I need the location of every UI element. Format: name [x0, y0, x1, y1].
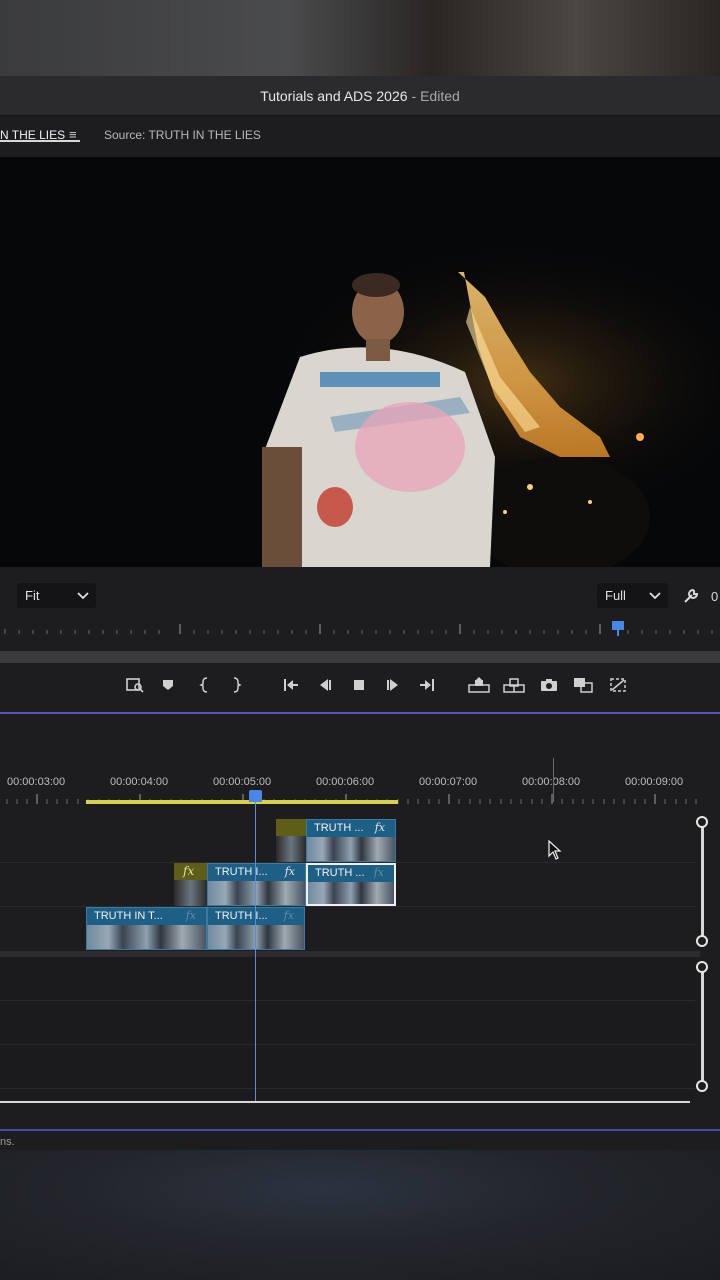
- step-forward-icon[interactable]: [380, 673, 406, 697]
- timecode-label: 00:00:03:00: [7, 776, 66, 788]
- background-scene-bottom: [0, 1150, 720, 1280]
- playhead-handle[interactable]: [249, 790, 262, 802]
- clip-thumbnails: [308, 882, 394, 904]
- clip-thumbnails: [87, 925, 206, 949]
- track-separator: [0, 1088, 695, 1089]
- step-back-icon[interactable]: [312, 673, 338, 697]
- audio-scroll-handle-top[interactable]: [696, 961, 708, 973]
- go-to-in-icon[interactable]: [278, 673, 304, 697]
- clip-name: TRUTH I...: [215, 866, 268, 878]
- clip-thumbnails: [174, 880, 207, 906]
- title-bar: Tutorials and ADS 2026 - Edited: [0, 76, 720, 116]
- status-bar-text: ns.: [0, 1136, 15, 1148]
- monitor-navigator-bar[interactable]: [0, 651, 720, 663]
- zoom-level-dropdown[interactable]: Fit: [17, 583, 96, 608]
- fx-badge-icon[interactable]: fx: [186, 909, 196, 922]
- monitor-playhead: [612, 621, 624, 630]
- fx-badge-icon[interactable]: fx: [374, 866, 384, 879]
- monitor-tab-bar: N THE LIES ≡ Source: TRUTH IN THE LIES: [0, 116, 720, 156]
- timecode-label: 00:00:07:00: [419, 776, 478, 788]
- clip-thumbnails: [307, 837, 395, 861]
- stop-icon[interactable]: [346, 673, 372, 697]
- timeline-panel-focus-border-bottom: [0, 1129, 720, 1131]
- mark-out-icon[interactable]: [223, 673, 249, 697]
- clip-name: TRUTH ...: [314, 822, 364, 834]
- mouse-cursor-icon: [548, 840, 562, 860]
- timecode-label: 00:00:05:00: [213, 776, 272, 788]
- audio-scrollbar-track[interactable]: [701, 972, 704, 1082]
- transition-header: [276, 819, 306, 836]
- fx-badge-icon[interactable]: fx: [284, 909, 294, 922]
- project-title: Tutorials and ADS 2026: [260, 87, 408, 104]
- active-tab-underline: [0, 140, 80, 142]
- transition-effect[interactable]: fx: [174, 863, 207, 906]
- comparison-view-icon[interactable]: [570, 673, 596, 697]
- timecode-label: 00:00:06:00: [316, 776, 375, 788]
- clip-thumbnails: [208, 881, 305, 905]
- wrench-icon[interactable]: [682, 587, 700, 605]
- clip-thumbnails: [208, 925, 304, 949]
- program-monitor-video[interactable]: [0, 157, 720, 567]
- export-frame-zoom-icon[interactable]: [122, 673, 148, 697]
- video-scroll-handle-top[interactable]: [696, 816, 708, 828]
- proxy-toggle-icon[interactable]: [605, 673, 631, 697]
- clip-thumbnails: [276, 836, 306, 862]
- playback-resolution-dropdown[interactable]: Full: [597, 583, 668, 608]
- go-to-out-icon[interactable]: [414, 673, 440, 697]
- screen: Tutorials and ADS 2026 - Edited N THE LI…: [0, 0, 720, 1280]
- video-clip-v1a[interactable]: TRUTH IN T... fx: [86, 907, 207, 950]
- clip-name: TRUTH IN T...: [94, 910, 163, 922]
- video-scrollbar-track[interactable]: [701, 826, 704, 936]
- export-frame-icon[interactable]: [536, 673, 562, 697]
- track-separator: [0, 1044, 695, 1045]
- lift-icon[interactable]: [466, 673, 492, 697]
- playback-resolution-value: Full: [605, 588, 626, 603]
- video-clip-v3[interactable]: TRUTH ... fx: [306, 819, 396, 862]
- chevron-down-icon: [77, 592, 89, 600]
- add-marker-icon[interactable]: [155, 673, 181, 697]
- fx-badge-icon[interactable]: fx: [183, 864, 194, 878]
- chevron-down-icon: [649, 592, 661, 600]
- audio-scroll-handle-bottom[interactable]: [696, 1080, 708, 1092]
- zoom-level-value: Fit: [25, 588, 40, 603]
- readout-fragment: 0: [711, 589, 719, 604]
- video-frame-image: [0, 157, 720, 567]
- video-clip-v2b-selected[interactable]: TRUTH ... fx: [306, 863, 396, 906]
- audio-tracks-area[interactable]: [0, 957, 695, 1100]
- timecode-label: 00:00:04:00: [110, 776, 169, 788]
- transition-effect[interactable]: [276, 819, 306, 862]
- timecode-label: 00:00:08:00: [522, 776, 581, 788]
- video-clip-v1b[interactable]: TRUTH I... fx: [207, 907, 305, 950]
- edited-indicator: - Edited: [411, 87, 460, 104]
- playhead-line: [255, 790, 256, 1102]
- horizontal-scrollbar[interactable]: [0, 1101, 690, 1103]
- fx-badge-icon[interactable]: fx: [375, 821, 385, 834]
- clip-name: TRUTH ...: [315, 867, 365, 879]
- work-area-bar[interactable]: [86, 800, 398, 804]
- clip-name: TRUTH I...: [215, 910, 268, 922]
- extract-icon[interactable]: [501, 673, 527, 697]
- hover-time-indicator: [553, 758, 554, 802]
- video-scroll-handle-bottom[interactable]: [696, 935, 708, 947]
- monitor-time-ruler[interactable]: [0, 620, 720, 640]
- track-separator: [0, 1000, 695, 1001]
- mark-in-icon[interactable]: [192, 673, 218, 697]
- tab-source-monitor[interactable]: Source: TRUTH IN THE LIES: [104, 128, 261, 142]
- video-clip-v2a[interactable]: TRUTH I... fx: [207, 863, 306, 906]
- timecode-label: 00:00:09:00: [625, 776, 684, 788]
- transport-controls: [0, 663, 720, 709]
- background-scene-top: [0, 0, 720, 76]
- monitor-controls: [0, 567, 720, 661]
- fx-badge-icon[interactable]: fx: [285, 865, 295, 878]
